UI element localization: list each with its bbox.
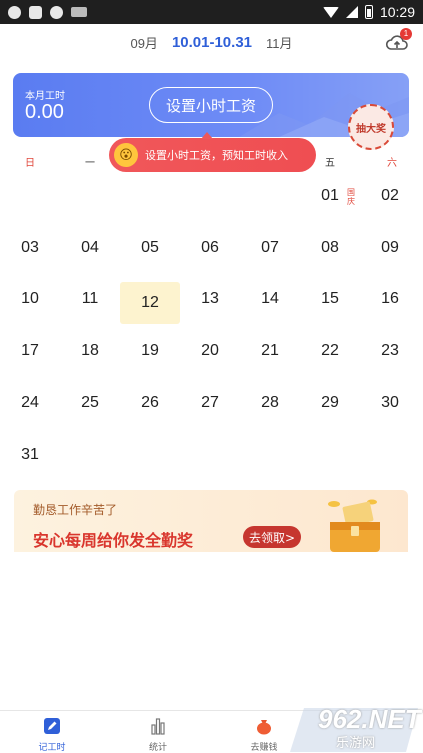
calendar-day[interactable]: 07: [240, 226, 300, 270]
calendar-day[interactable]: 26: [120, 381, 180, 425]
signal-icon: [345, 6, 358, 18]
lottery-badge[interactable]: 抽大奖: [348, 104, 394, 150]
calendar-day[interactable]: 29: [300, 381, 360, 425]
notification-icon: [8, 5, 21, 19]
calendar-day[interactable]: 16: [360, 277, 420, 321]
weekday-sun: 日: [25, 158, 35, 169]
calendar-day[interactable]: 22: [300, 329, 360, 373]
attendance-bonus-banner[interactable]: 勤恳工作辛苦了 安心每周给你发全勤奖 去领取>: [14, 490, 408, 552]
calendar-day[interactable]: 28: [240, 381, 300, 425]
status-time: 10:29: [379, 4, 415, 20]
weekday-fri: 五: [325, 158, 335, 169]
calendar-day[interactable]: 20: [180, 329, 240, 373]
calendar-day[interactable]: 14: [240, 277, 300, 321]
calendar-day[interactable]: 19: [120, 329, 180, 373]
bag-icon: [29, 5, 42, 19]
status-notifications: [8, 5, 87, 19]
banner-title-text: 安心每周给你发: [33, 531, 146, 550]
wifi-icon: [322, 6, 339, 18]
calendar-day[interactable]: 25: [60, 381, 120, 425]
bar-chart-icon: [151, 718, 165, 735]
banner-title: 安心每周给你发全勤奖: [33, 527, 193, 551]
nav-label: 统计: [148, 743, 167, 753]
calendar-day[interactable]: 23: [360, 329, 420, 373]
calendar-day[interactable]: 13: [180, 277, 240, 321]
app-notification-icon: [71, 7, 87, 17]
calendar-day[interactable]: 10: [0, 277, 60, 321]
watermark-text: 962.NET: [318, 704, 421, 734]
calendar-day[interactable]: 03: [0, 226, 60, 270]
pencil-icon: [44, 718, 60, 734]
calendar-day[interactable]: 09: [360, 226, 420, 270]
calendar-day[interactable]: 18: [60, 329, 120, 373]
tip-text: 设置小时工资，预知工时收入: [145, 149, 288, 162]
holiday-label: 国庆: [347, 188, 355, 206]
set-hourly-wage-button[interactable]: 设置小时工资: [149, 87, 273, 123]
weekday-sat: 六: [387, 158, 397, 169]
month-switcher: 09月 10.01-10.31 11月: [0, 30, 423, 54]
banner-title-highlight: 全勤奖: [145, 531, 194, 550]
calendar-day[interactable]: 31: [0, 433, 60, 477]
wage-tip-bubble[interactable]: 😮 设置小时工资，预知工时收入: [109, 132, 316, 172]
next-month-button[interactable]: 11月: [266, 33, 293, 52]
nav-statistics[interactable]: 统计: [113, 711, 203, 753]
calendar-day[interactable]: 11: [60, 277, 120, 321]
status-system: 10:29: [322, 4, 415, 20]
treasure-chest-icon: [328, 499, 380, 552]
calendar-day[interactable]: 17: [0, 329, 60, 373]
calendar-day[interactable]: 30: [360, 381, 420, 425]
calendar-day[interactable]: 24: [0, 381, 60, 425]
calendar-day-today[interactable]: 12: [120, 282, 180, 324]
watermark-subtext: 乐游网: [336, 736, 376, 751]
calendar-day[interactable]: 05: [120, 226, 180, 270]
calendar-day[interactable]: 27: [180, 381, 240, 425]
banner-subtitle: 勤恳工作辛苦了: [33, 503, 118, 517]
weekday-mon: 一: [85, 158, 95, 169]
calendar-day[interactable]: 04: [60, 226, 120, 270]
status-bar: 10:29: [0, 0, 423, 24]
nav-label: 记工时: [38, 743, 66, 753]
sync-icon: [50, 5, 63, 19]
claim-button[interactable]: 去领取>: [243, 526, 302, 548]
calendar-day[interactable]: 15: [300, 277, 360, 321]
calendar-day[interactable]: 06: [180, 226, 240, 270]
calendar-day[interactable]: 02: [360, 174, 420, 218]
money-bag-icon: [257, 720, 271, 735]
monthly-hours-label: 本月工时: [25, 91, 65, 102]
cloud-sync-button[interactable]: 1: [385, 28, 412, 52]
calendar-day[interactable]: 08: [300, 226, 360, 270]
calendar-day[interactable]: 21: [240, 329, 300, 373]
current-month-range[interactable]: 10.01-10.31: [172, 34, 252, 51]
nav-record-hours[interactable]: 记工时: [7, 711, 97, 753]
battery-icon: [364, 5, 373, 19]
prev-month-button[interactable]: 09月: [130, 33, 157, 52]
monthly-hours-value: 0.00: [25, 101, 64, 123]
cloud-badge: 1: [400, 28, 412, 40]
